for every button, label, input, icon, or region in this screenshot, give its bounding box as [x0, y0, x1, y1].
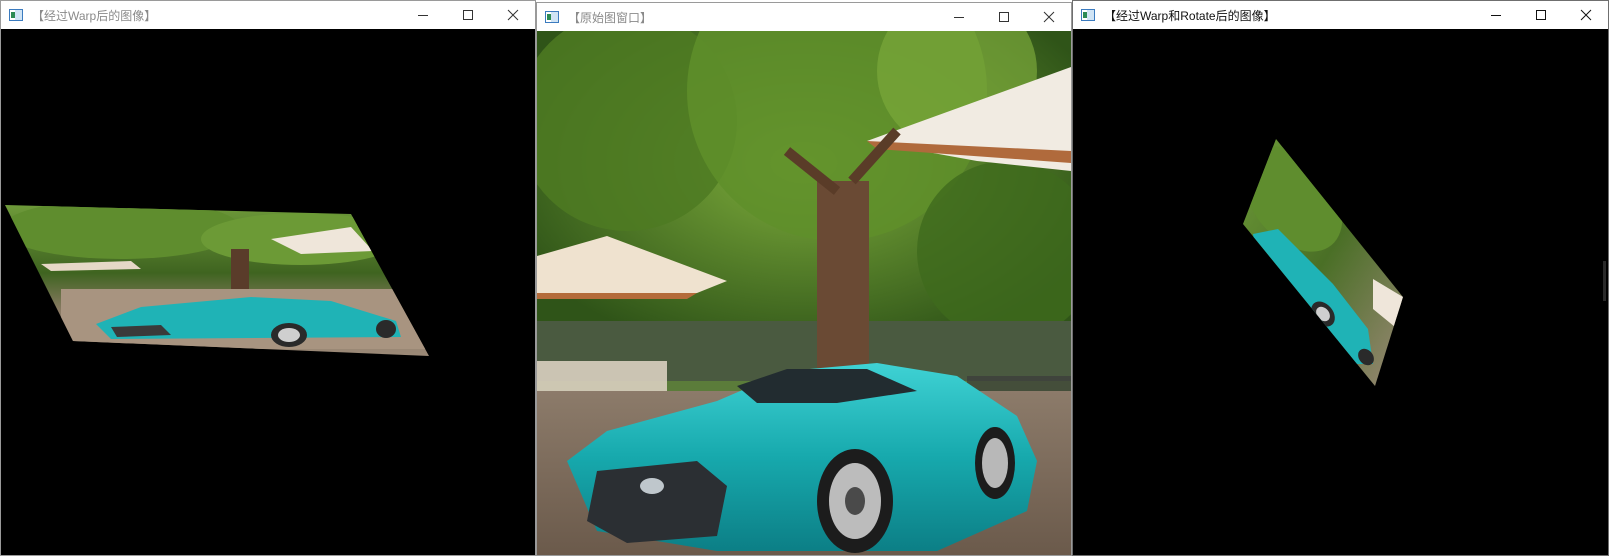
- maximize-button[interactable]: [1518, 1, 1563, 29]
- close-icon: [1043, 11, 1054, 23]
- warped-image: [5, 205, 429, 356]
- maximize-icon: [998, 12, 1009, 22]
- warp-image-canvas: [1, 29, 535, 555]
- window-controls: [400, 1, 535, 29]
- maximize-icon: [1535, 10, 1546, 20]
- window-controls: [1473, 1, 1608, 29]
- close-button[interactable]: [1026, 3, 1071, 31]
- original-image-canvas: [537, 31, 1071, 555]
- window-title: 【经过Warp后的图像】: [32, 8, 157, 23]
- close-button[interactable]: [1563, 1, 1608, 29]
- app-window-icon: [9, 9, 23, 21]
- window-controls: [936, 3, 1071, 31]
- original-window: 【原始图窗口】: [536, 2, 1072, 556]
- maximize-icon: [462, 10, 473, 20]
- minimize-icon: [1490, 15, 1501, 16]
- warped-rotated-image: [1243, 139, 1606, 386]
- warp-window-titlebar[interactable]: 【经过Warp后的图像】: [1, 1, 535, 29]
- close-button[interactable]: [490, 1, 535, 29]
- maximize-button[interactable]: [981, 3, 1026, 31]
- window-title: 【经过Warp和Rotate后的图像】: [1104, 8, 1276, 23]
- minimize-button[interactable]: [1473, 1, 1518, 29]
- minimize-icon: [953, 17, 964, 18]
- minimize-button[interactable]: [936, 3, 981, 31]
- warp-rotate-window-titlebar[interactable]: 【经过Warp和Rotate后的图像】: [1073, 1, 1608, 29]
- maximize-button[interactable]: [445, 1, 490, 29]
- minimize-button[interactable]: [400, 1, 445, 29]
- app-window-icon: [1081, 9, 1095, 21]
- warp-rotate-window: 【经过Warp和Rotate后的图像】: [1072, 0, 1609, 556]
- warp-rotate-image-canvas: [1073, 29, 1608, 555]
- warp-window: 【经过Warp后的图像】: [0, 0, 536, 556]
- app-window-icon: [545, 11, 559, 23]
- close-icon: [507, 9, 518, 21]
- window-title: 【原始图窗口】: [568, 10, 653, 25]
- original-window-titlebar[interactable]: 【原始图窗口】: [537, 3, 1071, 31]
- minimize-icon: [417, 15, 428, 16]
- close-icon: [1580, 9, 1591, 21]
- original-image: [537, 31, 1071, 555]
